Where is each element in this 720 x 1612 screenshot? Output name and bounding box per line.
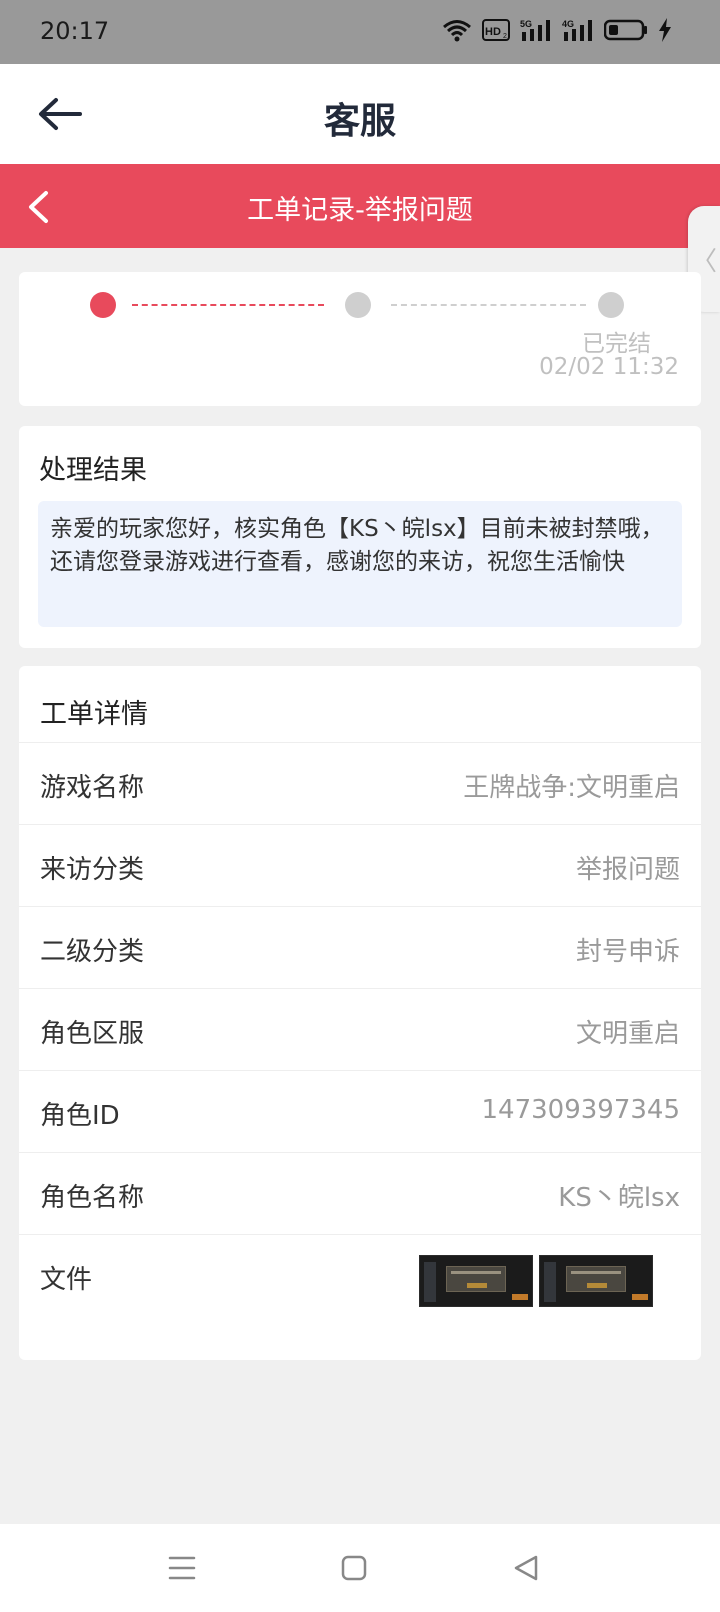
signal-4g-icon: 4G (562, 18, 594, 42)
detail-title: 工单详情 (40, 699, 148, 730)
svg-text:4G: 4G (562, 19, 574, 29)
detail-value: 文明重启 (575, 1019, 680, 1049)
ticket-title: 工单记录-举报问题 (247, 195, 473, 226)
detail-value: 封号申诉 (575, 937, 680, 967)
detail-row-files: 文件 (19, 1234, 701, 1344)
detail-value: KS丶皖lsx (558, 1183, 680, 1213)
detail-label: 角色ID (40, 1101, 120, 1131)
progress-card: 已完结 02/02 11:32 (19, 272, 701, 406)
charging-icon (658, 18, 672, 42)
detail-label: 游戏名称 (40, 773, 145, 803)
detail-label: 角色区服 (40, 1019, 145, 1049)
file-thumbnail[interactable] (539, 1255, 653, 1307)
progress-status: 已完结 (582, 331, 651, 357)
result-card: 处理结果 亲爱的玩家您好，核实角色【KS丶皖lsx】目前未被封禁哦，还请您登录游… (19, 426, 701, 648)
detail-row-role-id: 角色ID 147309397345 (19, 1070, 701, 1154)
detail-value: 举报问题 (575, 855, 680, 885)
status-icons: HD 2 5G 4G (442, 18, 672, 42)
svg-text:5G: 5G (520, 19, 532, 29)
signal-5g-icon: 5G (520, 18, 552, 42)
detail-label: 来访分类 (40, 855, 145, 885)
result-message: 亲爱的玩家您好，核实角色【KS丶皖lsx】目前未被封禁哦，还请您登录游戏进行查看… (38, 501, 682, 627)
step-dot-2 (345, 292, 371, 318)
detail-row-subcategory: 二级分类 封号申诉 (19, 906, 701, 990)
step-connector (132, 304, 324, 306)
detail-row-server: 角色区服 文明重启 (19, 988, 701, 1072)
detail-row-role-name: 角色名称 KS丶皖lsx (19, 1152, 701, 1236)
step-dot-1 (90, 292, 116, 318)
detail-label: 文件 (40, 1265, 93, 1295)
page-title: 客服 (323, 101, 396, 142)
app-header: 客服 (0, 64, 720, 164)
progress-time: 02/02 11:32 (539, 354, 679, 380)
hd-icon: HD 2 (482, 19, 510, 41)
ticket-header: 工单记录-举报问题 (0, 164, 720, 248)
detail-value: 147309397345 (481, 1095, 680, 1125)
result-title: 处理结果 (39, 455, 147, 486)
svg-text:2: 2 (503, 33, 507, 40)
detail-label: 角色名称 (40, 1183, 145, 1213)
detail-row-game: 游戏名称 王牌战争:文明重启 (19, 742, 701, 826)
status-time: 20:17 (40, 17, 110, 45)
battery-icon (604, 19, 648, 41)
step-connector (391, 304, 586, 306)
wifi-icon (442, 18, 472, 42)
back-triangle-icon[interactable] (504, 1546, 548, 1590)
detail-card: 工单详情 游戏名称 王牌战争:文明重启 来访分类 举报问题 二级分类 封号申诉 … (19, 666, 701, 1360)
home-icon[interactable] (332, 1546, 376, 1590)
status-bar: 20:17 HD 2 5G 4G (0, 0, 720, 64)
system-nav-bar (0, 1524, 720, 1612)
detail-row-category: 来访分类 举报问题 (19, 824, 701, 908)
svg-text:HD: HD (485, 26, 501, 38)
step-dot-3 (598, 292, 624, 318)
file-thumbnail[interactable] (419, 1255, 533, 1307)
menu-icon[interactable] (160, 1546, 204, 1590)
detail-label: 二级分类 (40, 937, 145, 967)
detail-value: 王牌战争:文明重启 (463, 773, 680, 803)
